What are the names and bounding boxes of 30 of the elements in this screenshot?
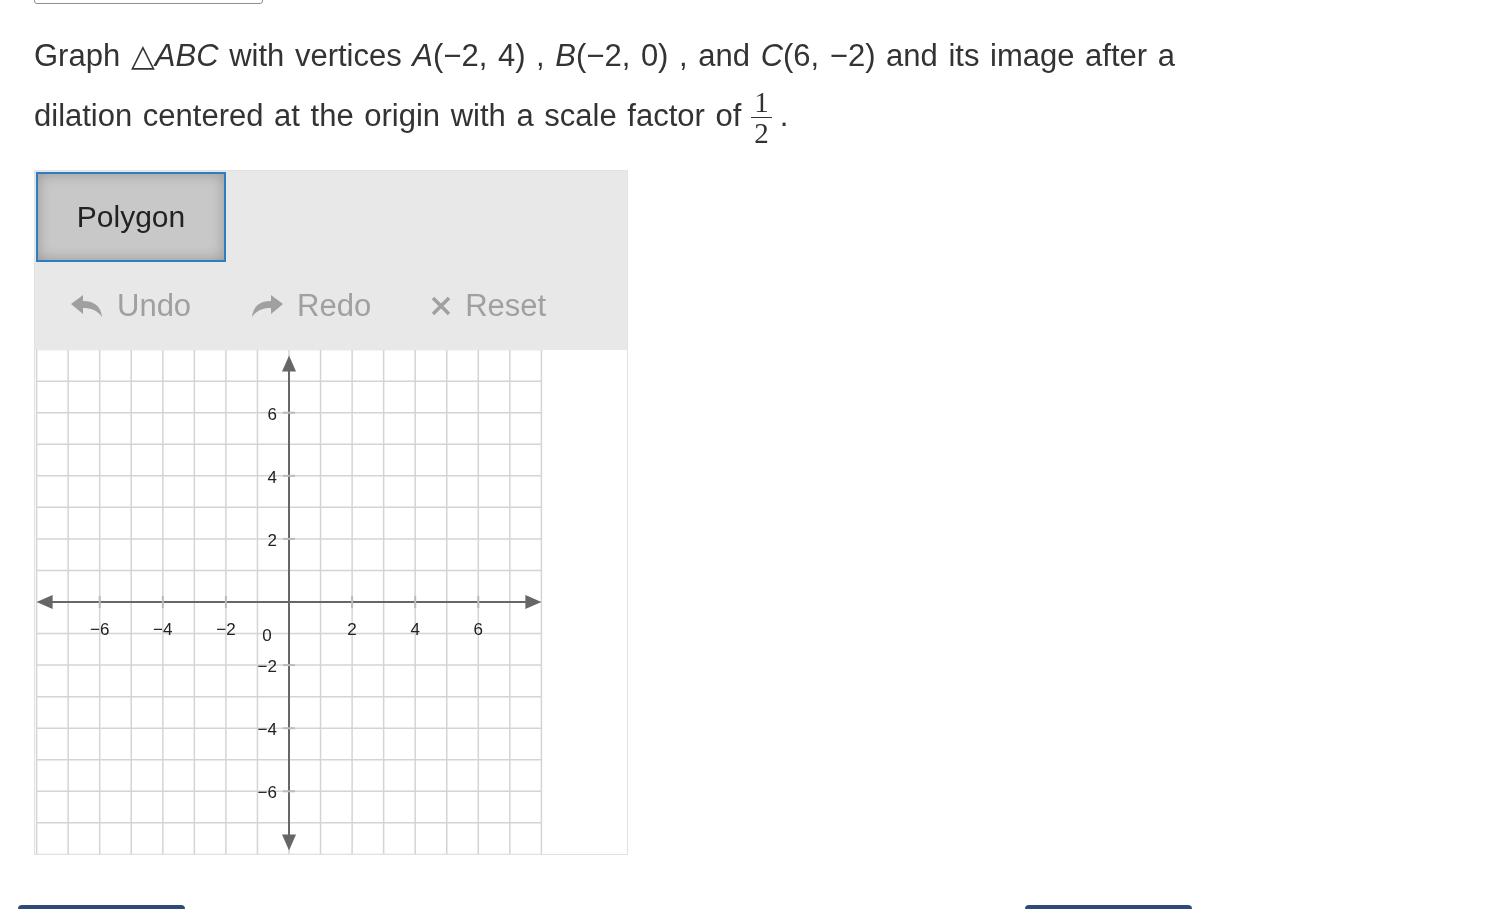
close-icon	[431, 296, 452, 317]
y-tick-label: −4	[257, 720, 277, 740]
polygon-tool-button[interactable]: Polygon	[36, 172, 226, 263]
y-tick-label: −2	[257, 657, 277, 677]
tick-mark	[414, 595, 417, 610]
redo-arrow-icon	[251, 295, 284, 318]
tick-mark	[161, 595, 164, 610]
tick-mark	[282, 475, 296, 478]
tick-mark	[282, 727, 296, 730]
tick-mark	[224, 595, 227, 610]
tick-mark	[477, 595, 480, 610]
y-tick-label: −6	[257, 783, 277, 803]
tick-mark	[282, 790, 296, 793]
x-tick-label: 6	[473, 620, 484, 640]
y-tick-label: 2	[267, 531, 277, 551]
tick-mark	[282, 412, 296, 414]
x-tick-label: −2	[216, 620, 236, 640]
x-tick-label: −6	[90, 620, 110, 640]
origin-label: 0	[262, 626, 272, 646]
undo-arrow-icon	[71, 295, 103, 318]
tick-mark	[98, 595, 101, 610]
tick-mark	[282, 664, 296, 667]
y-tick-label: 6	[267, 405, 277, 424]
tick-mark	[351, 595, 354, 610]
x-tick-label: 2	[347, 620, 357, 640]
x-tick-label: 4	[410, 620, 420, 640]
graph-area[interactable]: −6 −4 −2 2 4 6 −6 −4 −2 2 4 6 0	[35, 350, 627, 855]
x-tick-label: −4	[153, 620, 173, 640]
tick-mark	[282, 538, 296, 541]
y-tick-label: 4	[267, 468, 277, 488]
